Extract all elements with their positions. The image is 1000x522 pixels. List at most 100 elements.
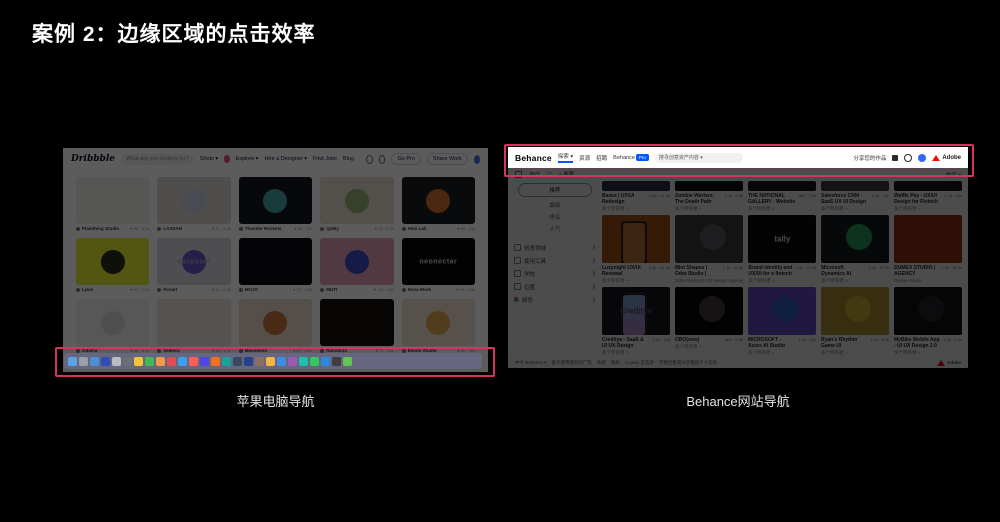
dock-app-icon[interactable] (244, 357, 253, 366)
footer-link[interactable]: Cookie 首选项 (625, 360, 654, 366)
sidebar-option[interactable]: 人气 (514, 225, 596, 233)
dock-app-icon[interactable] (332, 357, 341, 366)
nav-behance-pro[interactable]: BehancePro (613, 154, 649, 161)
dock-app-icon[interactable] (90, 357, 99, 366)
project-thumbnail[interactable] (602, 215, 670, 263)
dock-app-icon[interactable] (68, 357, 77, 366)
author-name[interactable]: Lywo (82, 287, 93, 292)
funnel-icon[interactable]: ▽ (547, 171, 552, 178)
shot-thumbnail[interactable] (76, 238, 149, 285)
shot-thumbnail[interactable] (239, 177, 312, 224)
project-owners[interactable]: Odra Studio UI UX Design Agency (675, 278, 744, 283)
project-title[interactable]: Bases | UX/UI Redesign (602, 193, 646, 205)
footer-link[interactable]: 中文 Behance ▾ (515, 360, 547, 366)
project-owners[interactable]: 多个所有者 + (821, 350, 889, 355)
author-avatar[interactable] (239, 227, 243, 231)
project-title[interactable]: Zombie Warfare: The Death Path (675, 193, 721, 205)
project-card[interactable]: MICROSOFT - Azure AI Studio1.5k · 12k多个所… (748, 287, 816, 355)
dock-app-icon[interactable] (167, 357, 176, 366)
project-card[interactable]: Ryan's Rhythm Game UI1.1k · 8.2k多个所有者 + (821, 287, 889, 355)
sidebar-filter[interactable]: 使用工具❯ (514, 254, 596, 267)
behance-logo[interactable]: Behance (515, 153, 552, 163)
author-avatar[interactable] (76, 349, 80, 353)
macos-dock[interactable] (64, 353, 482, 369)
shot-card[interactable]: MUTI♥ 110 · 18k (320, 238, 393, 292)
project-card[interactable]: Mint Shapes | Odra Studio | Sapling L…1.… (675, 215, 744, 283)
nav-explore[interactable]: Explore ▾ (236, 156, 259, 162)
author-name[interactable]: Plainthing Studio (82, 226, 119, 231)
sidebar-filter[interactable]: 颜色❯ (514, 293, 596, 306)
project-title[interactable]: DUMEX STUDIO | AGENCY WEBSITE (894, 265, 938, 277)
behance-search-input[interactable]: 搜寻创意资产内容 ▾ (655, 153, 743, 163)
project-title[interactable]: Ryan's Rhythm Game UI (821, 337, 867, 349)
sidebar-option[interactable]: 最新 (514, 201, 596, 209)
author-avatar[interactable] (76, 227, 80, 231)
shot-thumbnail[interactable] (157, 177, 230, 224)
project-thumbnail[interactable] (675, 215, 744, 263)
author-avatar[interactable] (320, 288, 324, 292)
project-card[interactable]: Waffle Pay - UX/UI Design for Fintech Mo… (894, 181, 962, 211)
dock-app-icon[interactable] (343, 357, 352, 366)
shot-thumbnail[interactable] (320, 299, 393, 346)
dock-app-icon[interactable] (211, 357, 220, 366)
project-card[interactable]: CredityxCreditya - SaaS & UI UX Design2.… (602, 287, 670, 355)
author-name[interactable]: MOJO (245, 287, 258, 292)
project-title[interactable]: Waffle Pay - UX/UI Design for Fintech Mo… (894, 193, 941, 205)
dock-app-icon[interactable] (321, 357, 330, 366)
project-owners[interactable]: 多个所有者 + (748, 278, 816, 283)
project-thumbnail[interactable]: Credityx (602, 287, 670, 335)
author-avatar[interactable] (157, 349, 161, 353)
project-title[interactable]: MICROSOFT - Azure AI Studio (748, 337, 795, 349)
project-owners[interactable]: 多个所有者 + (675, 206, 743, 211)
share-your-work-link[interactable]: 分享您的作品 (853, 154, 886, 162)
dock-app-icon[interactable] (134, 357, 143, 366)
search-field[interactable]: ⌕ 搜索 (559, 170, 575, 179)
project-card[interactable]: Salesforce CRM - SaaS UX UI Design Dashb… (821, 181, 889, 211)
author-avatar[interactable] (239, 349, 243, 353)
shot-card[interactable]: Vektora♥ 38 · 4.9k (157, 299, 230, 353)
sidebar-filter[interactable]: 学校❯ (514, 267, 596, 280)
project-card[interactable]: Bases | UX/UI Redesign2.6k · 21.4k多个所有者 … (602, 181, 670, 211)
shot-thumbnail[interactable] (402, 177, 475, 224)
shot-card[interactable]: MOJO♥ 47 · 5.2k (239, 238, 312, 292)
project-thumbnail[interactable] (821, 287, 889, 335)
shot-card[interactable]: Plainthing Studio♥ 58 · 9.1k (76, 177, 149, 231)
project-owners[interactable]: 多个所有者 + (602, 278, 670, 283)
chat-icon[interactable] (366, 155, 373, 164)
nav-shots[interactable]: Shots ▾ (200, 156, 218, 162)
dock-app-icon[interactable] (200, 357, 209, 366)
shot-thumbnail[interactable] (76, 177, 149, 224)
shot-thumbnail[interactable] (402, 299, 475, 346)
project-title[interactable]: Luxynight UX/UI Renewal (602, 265, 646, 277)
project-owners[interactable]: 多个所有者 + (894, 350, 962, 355)
footer-link[interactable]: 不要出售或分享我的个人信息 (659, 360, 718, 366)
nav-jobs[interactable]: 招聘 (596, 154, 607, 162)
project-thumbnail[interactable] (894, 215, 962, 263)
shot-card[interactable]: Thunder Rockets♥ 96 · 12k (239, 177, 312, 231)
sidebar-filter[interactable]: 位置❯ (514, 280, 596, 293)
project-thumbnail[interactable] (894, 181, 962, 191)
dock-app-icon[interactable] (112, 357, 121, 366)
project-title[interactable]: THE NATIONAL GALLERY - Website & Brand I… (748, 193, 795, 205)
nav-find-jobs[interactable]: Find Jobs (313, 156, 337, 162)
project-title[interactable]: MyBike Mobile App - UI UX Design 2.0 (894, 337, 940, 349)
project-card[interactable]: THE NATIONAL GALLERY - Website & Brand I… (748, 181, 816, 211)
dock-app-icon[interactable] (277, 357, 286, 366)
author-avatar[interactable] (320, 349, 324, 353)
project-owners[interactable]: 多个所有者 + (821, 278, 889, 283)
project-owners[interactable]: 多个所有者 + (602, 206, 670, 211)
author-name[interactable]: MUTI (326, 287, 337, 292)
dock-app-icon[interactable] (189, 357, 198, 366)
project-owners[interactable]: 多个所有者 + (894, 206, 962, 211)
author-name[interactable]: Thunder Rockets (245, 226, 282, 231)
project-card[interactable]: MyBike Mobile App - UI UX Design 2.01.3k… (894, 287, 962, 355)
author-avatar[interactable] (157, 227, 161, 231)
sidebar-option-selected[interactable]: 推荐 (518, 183, 592, 197)
project-thumbnail[interactable] (748, 287, 816, 335)
project-thumbnail[interactable] (675, 287, 743, 335)
project-card[interactable]: Microsoft Dynamics AI Assistant - UI UX…… (821, 215, 889, 283)
project-card[interactable]: OBO(new)860 · 6.9k多个所有者 + (675, 287, 743, 355)
project-title[interactable]: OBO(new) (675, 337, 699, 343)
shot-card[interactable]: neonectarNova Work♥ 59 · 8.8k (402, 238, 475, 292)
project-owners[interactable]: 多个所有者 + (602, 350, 670, 355)
